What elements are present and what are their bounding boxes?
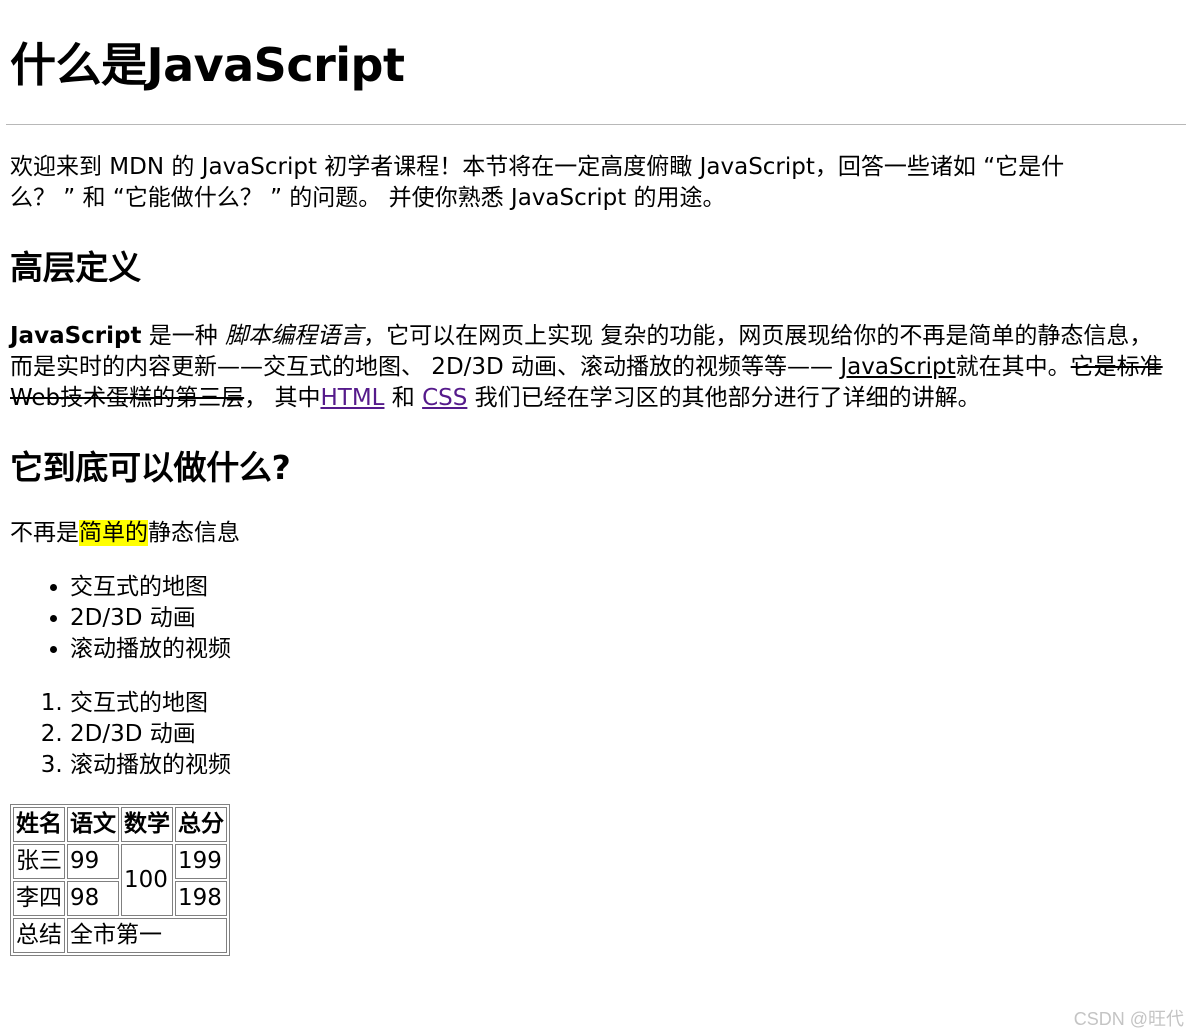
- list-item: 滚动播放的视频: [70, 750, 1180, 781]
- table-cell: 李四: [13, 881, 65, 916]
- table-row: 张三 99 100 199: [13, 844, 227, 916]
- watermark: CSDN @旺代: [1073, 1009, 1184, 1029]
- text-segment: 不再是: [10, 520, 79, 546]
- table-header-cell: 语文: [67, 807, 119, 842]
- text-segment: ， 其中: [244, 385, 321, 411]
- list-item: 滚动播放的视频: [70, 634, 1180, 665]
- text-segment: 和: [384, 385, 423, 411]
- table-cell: 98: [67, 881, 119, 916]
- table-cell-merged: 100: [121, 844, 173, 916]
- section-heading-definition: 高层定义: [10, 248, 141, 287]
- intro-paragraph: 欢迎来到 MDN 的 JavaScript 初学者课程！本节将在一定高度俯瞰 J…: [10, 154, 1065, 211]
- table-summary-row: 总结 全市第一: [13, 918, 227, 953]
- underlined-javascript: JavaScript: [840, 354, 956, 380]
- table-header-cell: 数学: [121, 807, 173, 842]
- html-link[interactable]: HTML: [320, 385, 384, 411]
- table-cell: 张三: [13, 844, 65, 879]
- capabilities-paragraph: 不再是简单的静态信息: [10, 518, 1180, 549]
- bullet-list: 交互式的地图 2D/3D 动画 滚动播放的视频: [10, 572, 1180, 665]
- table-cell-merged: 全市第一: [67, 918, 227, 953]
- table-cell: 总结: [13, 918, 65, 953]
- text-segment: 静态信息: [148, 520, 240, 546]
- table-row: 李四 98 198: [13, 881, 227, 916]
- table-header-row: 姓名 语文 数学 总分: [13, 807, 227, 842]
- table-cell: 99: [67, 844, 119, 879]
- document-page: 什么是JavaScript 欢迎来到 MDN 的 JavaScript 初学者课…: [0, 38, 1190, 956]
- list-item: 交互式的地图: [70, 688, 1180, 719]
- table-header-cell: 总分: [175, 807, 227, 842]
- table-cell: 199: [175, 844, 227, 879]
- numbered-list: 交互式的地图 2D/3D 动画 滚动播放的视频: [10, 688, 1180, 781]
- table-cell: 198: [175, 881, 227, 916]
- list-item: 2D/3D 动画: [70, 719, 1180, 750]
- table-header-cell: 姓名: [13, 807, 65, 842]
- highlighted-text: 简单的: [79, 520, 148, 546]
- section-heading-capabilities: 它到底可以做什么?: [10, 448, 291, 487]
- divider: [6, 124, 1186, 125]
- score-table: 姓名 语文 数学 总分 张三 99 100 199 李四 98 198 总结 全…: [10, 804, 230, 956]
- page-title: 什么是JavaScript: [10, 38, 405, 92]
- list-item: 交互式的地图: [70, 572, 1180, 603]
- bold-javascript: JavaScript: [10, 323, 142, 349]
- text-segment: 我们已经在学习区的其他部分进行了详细的讲解。: [467, 385, 981, 411]
- text-segment: 就在其中。: [955, 354, 1071, 380]
- css-link[interactable]: CSS: [422, 385, 467, 411]
- list-item: 2D/3D 动画: [70, 603, 1180, 634]
- definition-paragraph: JavaScript 是一种 脚本编程语言，它可以在网页上实现 复杂的功能，网页…: [10, 321, 1170, 414]
- italic-term: 脚本编程语言: [225, 323, 364, 349]
- text-segment: 是一种: [141, 323, 226, 349]
